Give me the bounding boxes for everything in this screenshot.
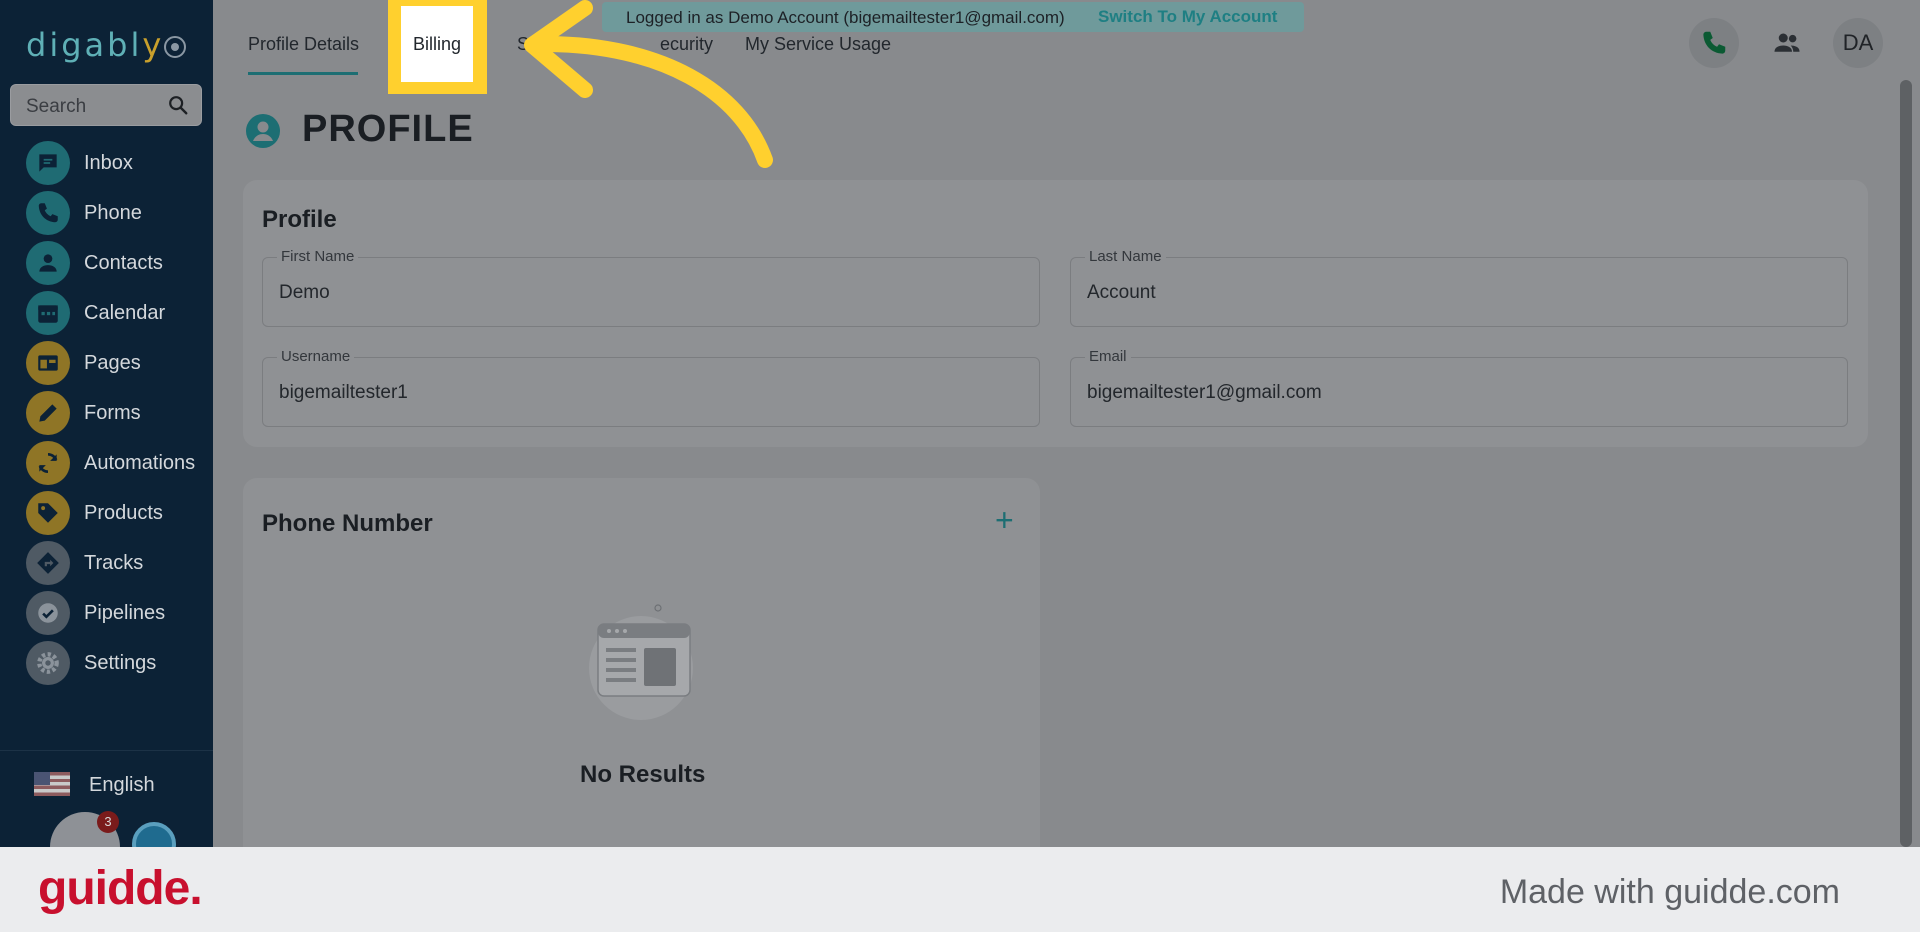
active-tab-indicator (248, 72, 358, 75)
sidebar-item-pipelines[interactable]: Pipelines (26, 591, 206, 635)
field-label: Username (277, 348, 355, 365)
banner-text: Logged in as Demo Account (bigemailteste… (626, 8, 1065, 27)
team-button[interactable] (1762, 18, 1812, 68)
sidebar-item-settings[interactable]: Settings (26, 641, 206, 685)
sidebar-item-forms[interactable]: Forms (26, 391, 206, 435)
switch-account-link[interactable]: Switch To My Account (1098, 7, 1277, 27)
people-icon (1774, 33, 1800, 52)
tab-profile-details[interactable]: Profile Details (248, 34, 359, 55)
scrollbar[interactable] (1900, 80, 1912, 847)
gear-icon (26, 641, 70, 685)
contacts-icon (26, 241, 70, 285)
sidebar-item-pages[interactable]: Pages (26, 341, 206, 385)
sidebar-item-label: Inbox (84, 152, 133, 174)
pencil-icon (26, 391, 70, 435)
app-window: digably Search Inbox Phone Contacts Cale… (0, 0, 1920, 847)
empty-state-text: No Results (580, 761, 706, 788)
sidebar-item-calendar[interactable]: Calendar (26, 291, 206, 335)
tag-icon (26, 491, 70, 535)
sidebar-item-inbox[interactable]: Inbox (26, 141, 206, 185)
collapse-icon[interactable] (164, 36, 186, 58)
app-logo[interactable]: digably (26, 26, 164, 64)
sidebar-item-automations[interactable]: Automations (26, 441, 206, 485)
first-name-field[interactable]: First Name Demo (262, 248, 1040, 327)
field-value: bigemailtester1 (279, 382, 408, 403)
sync-icon (26, 441, 70, 485)
add-phone-button[interactable]: + (995, 502, 1014, 539)
directions-icon (26, 541, 70, 585)
field-label: First Name (277, 248, 359, 265)
sidebar-item-label: Contacts (84, 252, 163, 274)
username-field[interactable]: Username bigemailtester1 (262, 348, 1040, 427)
guidde-logo[interactable]: guidde. (38, 861, 203, 916)
check-circle-icon (26, 591, 70, 635)
profile-card: Profile First Name Demo Last Name Accoun… (243, 180, 1868, 447)
search-placeholder: Search (26, 96, 87, 117)
calendar-icon (26, 291, 70, 335)
sidebar-item-label: Pages (84, 352, 141, 374)
field-value: bigemailtester1@gmail.com (1087, 382, 1322, 403)
avatar[interactable]: DA (1833, 18, 1883, 68)
sidebar-item-label: Phone (84, 202, 142, 224)
sidebar-item-contacts[interactable]: Contacts (26, 241, 206, 285)
sidebar: digably Search Inbox Phone Contacts Cale… (0, 0, 213, 847)
sidebar-item-label: Calendar (84, 302, 166, 324)
sidebar-item-label: Forms (84, 402, 141, 424)
search-icon[interactable] (167, 94, 189, 116)
card-title: Phone Number (262, 510, 433, 537)
sidebar-item-label: Automations (84, 452, 196, 474)
tab-billing-label: Billing (413, 34, 462, 54)
tab-settings[interactable]: Se (517, 34, 539, 55)
tab-my-service-usage[interactable]: My Service Usage (745, 34, 891, 55)
notification-badge: 3 (97, 811, 119, 833)
call-button[interactable] (1689, 18, 1739, 68)
user-avatar[interactable] (132, 822, 176, 847)
field-label: Last Name (1085, 248, 1166, 265)
phone-icon (1703, 31, 1726, 54)
inbox-icon (26, 141, 70, 185)
email-field[interactable]: Email bigemailtester1@gmail.com (1070, 348, 1848, 427)
sidebar-item-label: Settings (84, 652, 157, 674)
empty-state-illustration (589, 604, 693, 720)
search-input[interactable]: Search (10, 84, 202, 126)
phone-icon (26, 191, 70, 235)
profile-icon (246, 114, 280, 148)
language-label: English (89, 774, 155, 796)
page-title: PROFILE (302, 108, 474, 150)
sidebar-item-label: Tracks (84, 552, 144, 574)
last-name-field[interactable]: Last Name Account (1070, 248, 1848, 327)
main-content: Profile Details Se ecurity My Service Us… (213, 0, 1920, 847)
sidebar-item-label: Pipelines (84, 602, 166, 624)
sidebar-item-tracks[interactable]: Tracks (26, 541, 206, 585)
sidebar-item-products[interactable]: Products (26, 491, 206, 535)
footer-bar: guidde. Made with guidde.com (0, 847, 1920, 932)
footer-credit[interactable]: Made with guidde.com (1500, 873, 1840, 912)
sidebar-item-phone[interactable]: Phone (26, 191, 206, 235)
card-title: Profile (262, 206, 337, 233)
tab-security[interactable]: ecurity (660, 34, 713, 55)
field-value: Account (1087, 282, 1156, 303)
field-value: Demo (279, 282, 330, 303)
us-flag-icon (34, 772, 70, 796)
sidebar-item-label: Products (84, 502, 163, 524)
field-label: Email (1085, 348, 1131, 365)
pages-icon (26, 341, 70, 385)
sidebar-divider (0, 750, 213, 751)
